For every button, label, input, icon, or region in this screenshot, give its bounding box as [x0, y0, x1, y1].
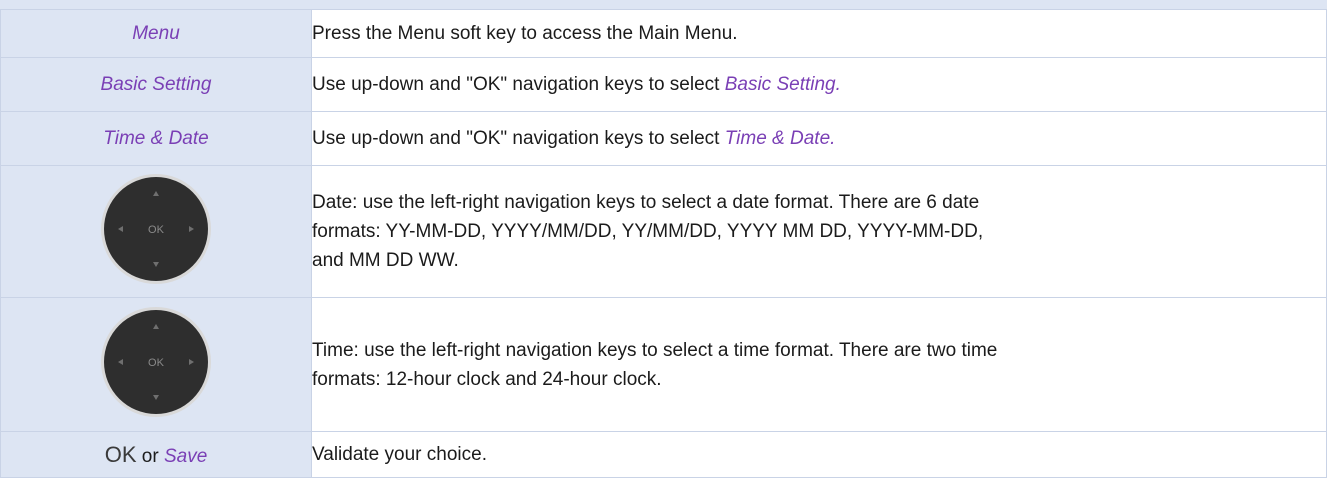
description-cell: Validate your choice. [311, 431, 1327, 478]
description-line: Date: use the left-right navigation keys… [312, 192, 980, 213]
table-row: Menu Press the Menu soft key to access t… [0, 9, 1327, 58]
key-cell: OK [0, 297, 312, 432]
table-row: OK Date: use the left-right navigation k… [0, 165, 1327, 298]
description-cell: Date: use the left-right navigation keys… [311, 165, 1327, 298]
table-row: OK or Save Validate your choice. [0, 431, 1327, 478]
description-text: Use up-down and "OK" navigation keys to … [312, 74, 725, 95]
table-row: OK Time: use the left-right navigation k… [0, 297, 1327, 432]
key-label-menu: Menu [132, 22, 180, 44]
instruction-table: Menu Press the Menu soft key to access t… [0, 9, 1327, 478]
key-cell: Basic Setting [0, 57, 312, 112]
table-row: Basic Setting Use up-down and "OK" navig… [0, 57, 1327, 112]
description-emphasis: Time & Date. [724, 128, 836, 149]
pad-ok-label: OK [148, 357, 165, 369]
description-cell: Time: use the left-right navigation keys… [311, 297, 1327, 432]
description-cell: Use up-down and "OK" navigation keys to … [311, 111, 1327, 166]
description-line: formats: YY-MM-DD, YYYY/MM/DD, YY/MM/DD,… [312, 221, 984, 242]
key-cell: OK or Save [0, 431, 312, 478]
key-cell: Menu [0, 9, 312, 58]
description-line: Time: use the left-right navigation keys… [312, 339, 998, 361]
description-line: and MM DD WW. [312, 250, 459, 271]
description-text: Press the Menu soft key to access the Ma… [312, 23, 738, 44]
key-cell: OK [0, 165, 312, 298]
description-cell: Press the Menu soft key to access the Ma… [311, 9, 1327, 58]
navigation-pad-icon: OK [99, 305, 213, 419]
key-label-ok: OK [104, 441, 137, 467]
key-label-time-date: Time & Date [103, 127, 209, 149]
table-row: Time & Date Use up-down and "OK" navigat… [0, 111, 1327, 166]
key-label-save: Save [163, 445, 208, 467]
key-cell: Time & Date [0, 111, 312, 166]
description-line: formats: 12-hour clock and 24-hour clock… [312, 368, 662, 390]
key-label-basic-setting: Basic Setting [100, 73, 212, 95]
description-emphasis: Basic Setting. [724, 74, 841, 95]
description-cell: Use up-down and "OK" navigation keys to … [311, 57, 1327, 112]
key-label-or: or [141, 445, 159, 467]
navigation-pad-icon: OK [99, 172, 213, 286]
description-text: Validate your choice. [312, 444, 487, 465]
pad-ok-label: OK [148, 224, 165, 236]
description-text: Use up-down and "OK" navigation keys to … [312, 128, 725, 149]
